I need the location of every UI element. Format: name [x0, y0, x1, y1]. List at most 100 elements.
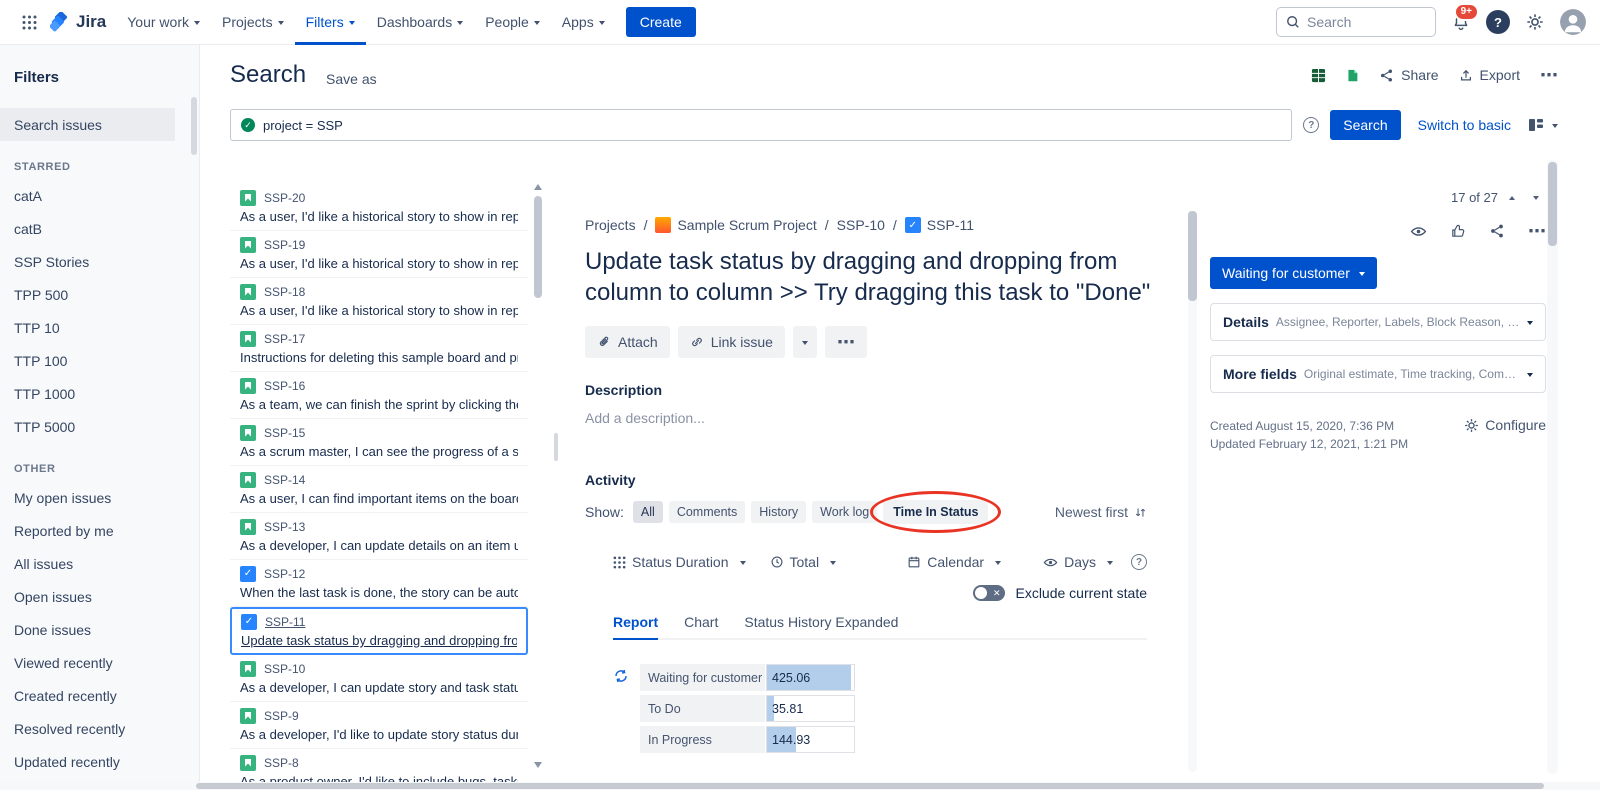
- sidebar-item-filter[interactable]: All issues: [0, 547, 175, 580]
- sidebar-item-filter[interactable]: TTP 5000: [0, 410, 175, 443]
- sidebar-item-search-issues[interactable]: Search issues: [0, 108, 175, 141]
- list-item[interactable]: SSP-13 As a developer, I can update deta…: [230, 513, 528, 560]
- status-duration-dropdown[interactable]: Status Duration: [613, 554, 746, 570]
- tab-report[interactable]: Report: [613, 614, 658, 640]
- next-issue-button[interactable]: [1526, 187, 1546, 207]
- list-item[interactable]: SSP-15 As a scrum master, I can see the …: [230, 419, 528, 466]
- attach-button[interactable]: Attach: [585, 326, 670, 358]
- list-item[interactable]: SSP-12 When the last task is done, the s…: [230, 560, 528, 607]
- activity-filter-history[interactable]: History: [751, 501, 806, 523]
- sidebar-item-filter[interactable]: catA: [0, 179, 175, 212]
- link-issue-button[interactable]: Link issue: [678, 326, 785, 358]
- create-button[interactable]: Create: [626, 7, 696, 37]
- issue-more-actions-button[interactable]: ⋯: [825, 326, 867, 358]
- list-item[interactable]: SSP-10 As a developer, I can update stor…: [230, 655, 528, 702]
- sidebar-item-filter[interactable]: catB: [0, 212, 175, 245]
- sidebar-item-filter[interactable]: My open issues: [0, 481, 175, 514]
- list-item[interactable]: SSP-8 As a product owner, I'd like to in…: [230, 749, 528, 782]
- refresh-report-icon[interactable]: [613, 668, 629, 753]
- global-search-input[interactable]: [1307, 14, 1419, 30]
- sidebar-item-filter[interactable]: Open issues: [0, 580, 175, 613]
- link-issue-dropdown-button[interactable]: [793, 326, 817, 358]
- scrollbar-thumb[interactable]: [534, 196, 542, 298]
- tab-status-history-expanded[interactable]: Status History Expanded: [744, 614, 898, 638]
- activity-filter-time-in-status[interactable]: Time In Status: [883, 500, 988, 524]
- issue-title[interactable]: Update task status by dragging and dropp…: [585, 246, 1155, 308]
- watch-icon[interactable]: [1410, 223, 1427, 240]
- sidebar-item-filter[interactable]: TPP 500: [0, 278, 175, 311]
- settings-gear-icon[interactable]: [1526, 13, 1544, 31]
- pane-resize-handle[interactable]: [554, 433, 558, 461]
- days-unit-dropdown[interactable]: Days: [1043, 554, 1113, 570]
- app-switcher-icon[interactable]: [14, 7, 44, 37]
- tab-chart[interactable]: Chart: [684, 614, 718, 638]
- details-panel-header[interactable]: Details Assignee, Reporter, Labels, Bloc…: [1210, 303, 1546, 341]
- list-item-selected[interactable]: SSP-11 Update task status by dragging an…: [230, 607, 528, 655]
- list-item[interactable]: SSP-16 As a team, we can finish the spri…: [230, 372, 528, 419]
- help-icon[interactable]: ?: [1131, 554, 1147, 570]
- scrollbar-thumb[interactable]: [1188, 211, 1197, 301]
- sidebar-item-filter[interactable]: Resolved recently: [0, 712, 175, 745]
- query-help-icon[interactable]: ?: [1303, 117, 1319, 133]
- description-placeholder[interactable]: Add a description...: [585, 410, 1185, 426]
- header-more-icon[interactable]: ⋯: [1540, 66, 1558, 84]
- jql-query-input[interactable]: project = SSP: [230, 109, 1292, 141]
- scroll-down-arrow[interactable]: [534, 762, 542, 768]
- nav-apps[interactable]: Apps: [551, 0, 616, 45]
- share-button[interactable]: Share: [1379, 67, 1438, 83]
- list-item[interactable]: SSP-20 As a user, I'd like a historical …: [230, 184, 528, 231]
- sort-order-button[interactable]: Newest first: [1055, 504, 1147, 520]
- switch-to-basic-link[interactable]: Switch to basic: [1418, 117, 1511, 133]
- panel-more-icon[interactable]: ⋯: [1528, 222, 1546, 240]
- list-item[interactable]: SSP-19 As a user, I'd like a historical …: [230, 231, 528, 278]
- nav-people[interactable]: People: [474, 0, 551, 45]
- list-item[interactable]: SSP-9 As a developer, I'd like to update…: [230, 702, 528, 749]
- list-item[interactable]: SSP-14 As a user, I can find important i…: [230, 466, 528, 513]
- previous-issue-button[interactable]: [1502, 187, 1522, 207]
- total-dropdown[interactable]: Total: [770, 554, 837, 570]
- scrollbar-thumb[interactable]: [196, 783, 1544, 789]
- page-horizontal-scrollbar[interactable]: [0, 782, 1600, 790]
- nav-dashboards[interactable]: Dashboards: [366, 0, 475, 45]
- sidebar-item-filter[interactable]: Created recently: [0, 679, 175, 712]
- sidebar-item-filter[interactable]: Reported by me: [0, 514, 175, 547]
- export-sheet-icon[interactable]: [1346, 68, 1359, 83]
- nav-your-work[interactable]: Your work: [116, 0, 211, 45]
- jira-logo[interactable]: Jira: [44, 12, 116, 33]
- configure-button[interactable]: Configure: [1464, 417, 1546, 433]
- user-avatar[interactable]: [1560, 9, 1586, 35]
- list-item[interactable]: SSP-18 As a user, I'd like a historical …: [230, 278, 528, 325]
- global-search-box[interactable]: [1276, 7, 1436, 37]
- activity-filter-comments[interactable]: Comments: [669, 501, 745, 523]
- sidebar-scrollbar[interactable]: [191, 97, 197, 155]
- scroll-up-arrow[interactable]: [534, 184, 542, 190]
- status-dropdown-button[interactable]: Waiting for customer: [1210, 257, 1377, 289]
- list-item[interactable]: SSP-17 Instructions for deleting this sa…: [230, 325, 528, 372]
- search-button[interactable]: Search: [1330, 110, 1400, 140]
- share-icon[interactable]: [1489, 223, 1505, 239]
- page-vertical-scrollbar[interactable]: [1547, 160, 1558, 774]
- save-as-link[interactable]: Save as: [326, 71, 377, 87]
- detail-pane-scrollbar[interactable]: [1188, 211, 1197, 772]
- help-icon[interactable]: ?: [1486, 10, 1510, 34]
- scrollbar-thumb[interactable]: [1548, 162, 1557, 246]
- calendar-dropdown[interactable]: Calendar: [907, 554, 1001, 570]
- breadcrumb-project[interactable]: Sample Scrum Project: [655, 217, 816, 233]
- breadcrumb-projects[interactable]: Projects: [585, 217, 636, 233]
- breadcrumb-parent-issue[interactable]: SSP-10: [837, 217, 885, 233]
- sidebar-item-filter[interactable]: SSP Stories: [0, 245, 175, 278]
- exclude-current-state-toggle[interactable]: ✕: [973, 585, 1005, 601]
- export-excel-icon[interactable]: [1311, 68, 1326, 83]
- breadcrumb-current-issue[interactable]: SSP-11: [905, 217, 974, 233]
- nav-projects[interactable]: Projects: [211, 0, 295, 45]
- vote-thumbs-up-icon[interactable]: [1450, 223, 1466, 239]
- sidebar-item-filter[interactable]: Viewed recently: [0, 646, 175, 679]
- activity-filter-all[interactable]: All: [633, 501, 663, 523]
- sidebar-item-filter[interactable]: Updated recently: [0, 745, 175, 778]
- activity-filter-worklog[interactable]: Work log: [812, 501, 877, 523]
- more-fields-panel-header[interactable]: More fields Original estimate, Time trac…: [1210, 355, 1546, 393]
- nav-filters[interactable]: Filters: [295, 0, 366, 45]
- view-layout-toggle[interactable]: [1528, 118, 1558, 132]
- notifications-button[interactable]: 9+: [1452, 13, 1470, 31]
- sidebar-item-filter[interactable]: TTP 10: [0, 311, 175, 344]
